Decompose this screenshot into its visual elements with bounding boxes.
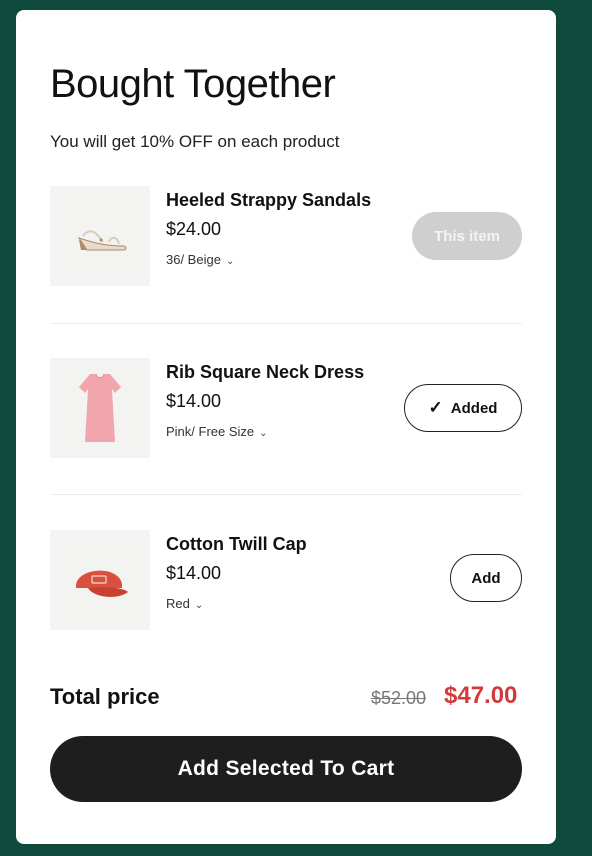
- product-name[interactable]: Heeled Strappy Sandals: [166, 190, 371, 211]
- product-item-sandals: Heeled Strappy Sandals $24.00 36/ Beige ⌄…: [50, 186, 522, 288]
- chevron-down-icon: ⌄: [259, 428, 268, 439]
- add-label: Add: [471, 569, 501, 587]
- added-label: Added: [450, 399, 498, 417]
- chevron-down-icon: ⌄: [225, 256, 235, 267]
- original-price: $52.00: [371, 688, 427, 708]
- dress-icon: [79, 373, 121, 442]
- product-price: $14.00: [166, 563, 222, 583]
- discount-subtitle: You will get 10% OFF on each product: [50, 132, 340, 151]
- product-thumbnail[interactable]: [50, 358, 150, 458]
- cap-icon: [76, 570, 128, 597]
- variant-label: 36/ Beige: [166, 252, 221, 267]
- added-button[interactable]: ✓ Added: [404, 384, 522, 432]
- product-thumbnail[interactable]: [50, 186, 150, 286]
- page-title: Bought Together: [50, 62, 336, 106]
- variant-select[interactable]: Pink/ Free Size ⌄: [166, 424, 268, 439]
- divider: [50, 323, 522, 324]
- product-thumbnail[interactable]: [50, 530, 150, 630]
- product-name[interactable]: Rib Square Neck Dress: [166, 362, 364, 383]
- this-item-button: This item: [412, 212, 522, 260]
- variant-label: Red: [166, 596, 190, 611]
- product-price: $14.00: [166, 391, 222, 411]
- sandal-icon: [77, 230, 127, 251]
- divider: [50, 494, 522, 495]
- variant-label: Pink/ Free Size: [166, 424, 255, 439]
- product-price: $24.00: [166, 219, 222, 239]
- variant-select[interactable]: Red ⌄: [166, 596, 203, 611]
- product-item-dress: Rib Square Neck Dress $14.00 Pink/ Free …: [50, 358, 522, 460]
- bought-together-card: Bought Together You will get 10% OFF on …: [16, 10, 556, 844]
- discounted-price: $47.00: [444, 682, 518, 709]
- checkmark-icon: ✓: [428, 398, 443, 417]
- product-item-cap: Cotton Twill Cap $14.00 Red ⌄ Add: [50, 530, 522, 632]
- total-price-label: Total price: [50, 684, 160, 709]
- add-selected-to-cart-button[interactable]: Add Selected To Cart: [50, 736, 522, 802]
- variant-select[interactable]: 36/ Beige ⌄: [166, 252, 234, 267]
- cart-button-label: Add Selected To Cart: [177, 757, 395, 780]
- product-name[interactable]: Cotton Twill Cap: [166, 534, 307, 555]
- this-item-label: This item: [434, 227, 500, 245]
- add-button[interactable]: Add: [450, 554, 522, 602]
- chevron-down-icon: ⌄: [194, 600, 204, 611]
